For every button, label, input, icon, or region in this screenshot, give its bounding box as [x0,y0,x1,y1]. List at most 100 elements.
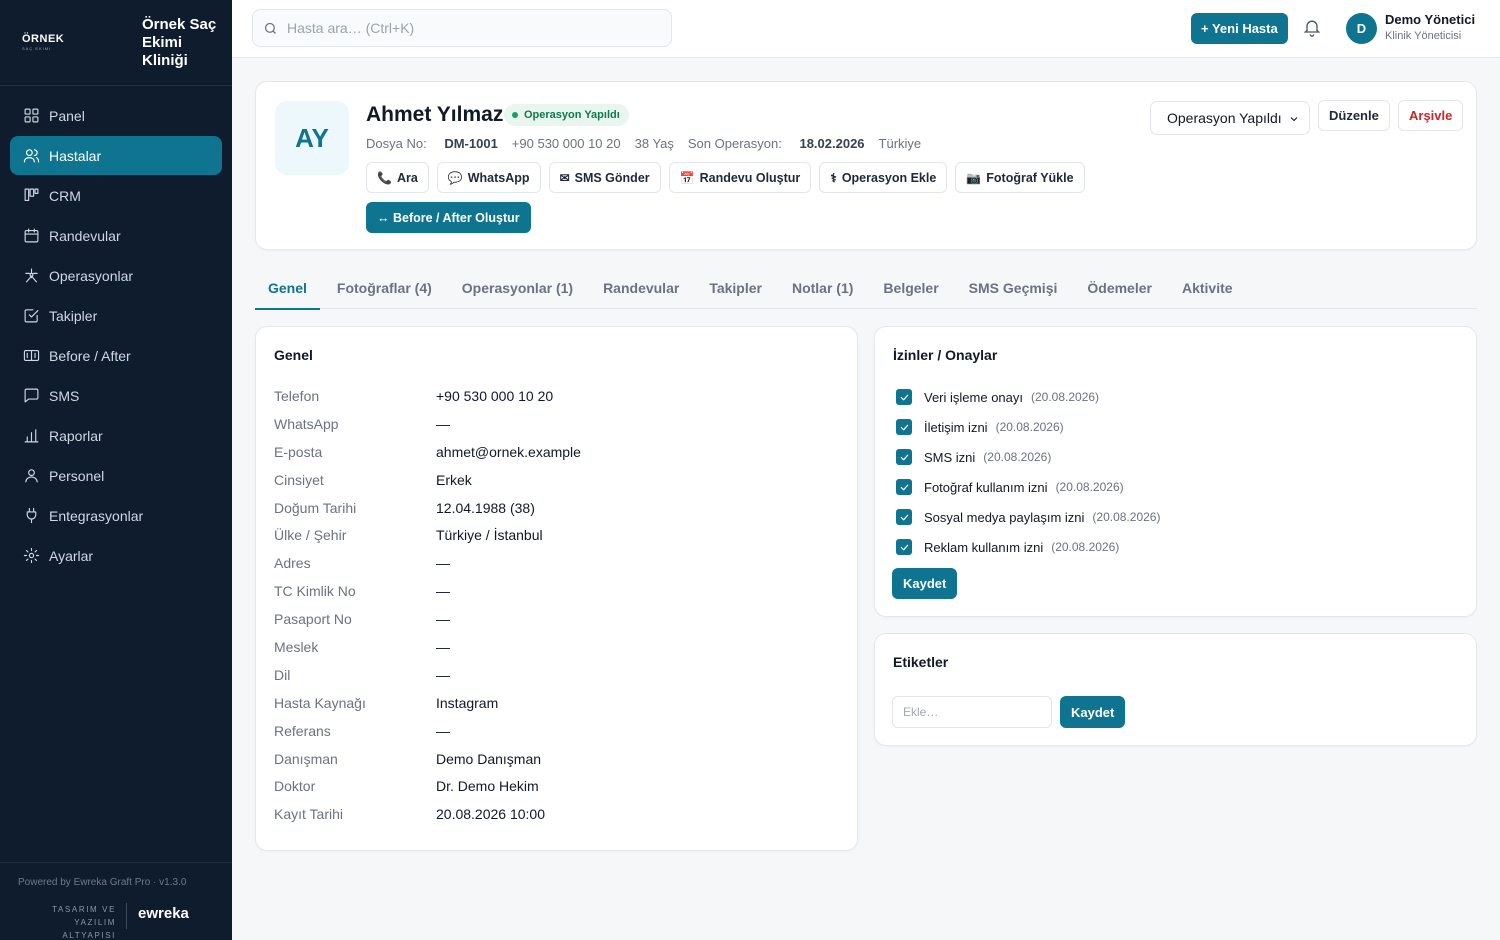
avatar[interactable]: D [1346,13,1377,44]
card-title: Genel [274,347,313,363]
tab-aktivite[interactable]: Aktivite [1169,266,1246,309]
create-appointment-button[interactable]: 📅 Randevu Oluştur [668,162,812,193]
info-key: Kayıt Tarihi [274,806,343,823]
checkmark-icon [900,484,908,490]
file-number-label: Dosya No: [366,136,427,151]
info-row: Adres — [274,549,834,577]
info-key: Meslek [274,638,319,655]
design-credit-line: YAZILIM ALTYAPISI [62,918,116,940]
sidebar-item-raporlar[interactable]: Raporlar [10,416,222,455]
consent-checkbox[interactable] [896,389,912,405]
sidebar-item-randevular[interactable]: Randevular [10,216,222,255]
consent-checkbox[interactable] [896,479,912,495]
info-row: Meslek — [274,633,834,661]
file-number: Dosya No: DM-1001 [366,136,498,151]
compare-icon [22,347,40,365]
clinic-logo[interactable]: ÖRNEK SAÇ EKİMİ [22,33,64,51]
consent-label: Reklam kullanım izni [924,539,1044,555]
edit-button[interactable]: Düzenle [1318,100,1390,131]
consent-item: Fotoğraf kullanım izni (20.08.2026) [896,472,1160,502]
sidebar-item-label: CRM [49,187,81,204]
sidebar-item-crm[interactable]: CRM [10,176,222,215]
info-row: Ülke / Şehir Türkiye / İstanbul [274,521,834,549]
whatsapp-button[interactable]: 💬 WhatsApp [436,162,541,193]
tag-input[interactable] [892,696,1052,728]
create-before-after-button[interactable]: ↔ Before / After Oluştur [366,202,531,233]
sidebar-item-sms[interactable]: SMS [10,376,222,415]
message-icon [22,387,40,405]
ewreka-logo[interactable]: ewreka [138,905,189,922]
sidebar-item-label: Entegrasyonlar [49,507,144,524]
tab-odemeler[interactable]: Ödemeler [1074,266,1165,309]
sidebar-item-panel[interactable]: Panel [10,96,222,135]
last-operation: Son Operasyon: 18.02.2026 [688,136,865,151]
search-input[interactable] [287,20,647,36]
phone-icon: 📞 [377,170,392,185]
info-key: Adres [274,555,311,572]
logo-text: ÖRNEK [22,33,65,45]
tab-sms-gecmisi[interactable]: SMS Geçmişi [956,266,1071,309]
bar-chart-icon [22,427,40,445]
send-sms-button[interactable]: ✉ SMS Gönder [548,162,661,193]
sidebar-item-entegrasyonlar[interactable]: Entegrasyonlar [10,496,222,535]
tab-genel[interactable]: Genel [255,266,320,310]
notifications-button[interactable] [1302,17,1324,39]
info-key: Ülke / Şehir [274,527,347,544]
save-consents-button[interactable]: Kaydet [892,568,958,599]
sidebar-item-before-after[interactable]: Before / After [10,336,222,375]
tab-notlar[interactable]: Notlar (1) [779,266,866,309]
camera-icon: 📷 [966,170,982,185]
sidebar-item-label: SMS [49,387,80,404]
sidebar-item-personel[interactable]: Personel [10,456,222,495]
sidebar-item-hastalar[interactable]: Hastalar [10,136,222,175]
tab-operasyonlar[interactable]: Operasyonlar (1) [449,266,586,309]
design-credit: TASARIM VE YAZILIM ALTYAPISI [18,903,116,940]
patient-header-card: AY Ahmet Yılmaz Operasyon Yapıldı Dosya … [255,81,1477,250]
sidebar-item-ayarlar[interactable]: Ayarlar [10,536,222,575]
tab-takipler[interactable]: Takipler [696,266,775,309]
add-operation-button[interactable]: ⚕ Operasyon Ekle [819,162,948,193]
consent-item: İletişim izni (20.08.2026) [896,412,1160,442]
sidebar-item-label: Operasyonlar [49,267,134,284]
patient-tabs: Genel Fotoğraflar (4) Operasyonlar (1) R… [255,266,1477,310]
upload-photo-button[interactable]: 📷 Fotoğraf Yükle [955,162,1085,193]
general-info-list: Telefon +90 530 000 10 20 WhatsApp — E-pos… [274,382,834,828]
info-row: Cinsiyet Erkek [274,466,834,494]
consents-card: İzinler / Onaylar Veri işleme onayı (20.0… [874,326,1477,617]
info-key: WhatsApp [274,415,339,432]
sidebar-footer: Powered by Ewreka Graft Pro · v1.3.0 TAS… [0,862,232,940]
checkmark-icon [900,394,908,400]
new-patient-button[interactable]: + Yeni Hasta [1191,13,1288,44]
consent-date: (20.08.2026) [1051,540,1120,554]
archive-button[interactable]: Arşivle [1398,100,1464,131]
consent-checkbox[interactable] [896,419,912,435]
whatsapp-button-label: WhatsApp [467,170,530,185]
consent-checkbox[interactable] [896,509,912,525]
tab-fotograflar[interactable]: Fotoğraflar (4) [324,266,445,309]
search-box[interactable] [252,9,672,47]
sidebar-item-label: Raporlar [49,427,103,444]
consent-checkbox[interactable] [896,449,912,465]
checkmark-icon [900,544,908,550]
sidebar-item-operasyonlar[interactable]: Operasyonlar [10,256,222,295]
save-tags-button[interactable]: Kaydet [1060,696,1126,728]
consent-checkbox[interactable] [896,539,912,555]
consent-item: Veri işleme onayı (20.08.2026) [896,382,1160,412]
tab-belgeler[interactable]: Belgeler [870,266,951,309]
status-select[interactable]: Operasyon Yapıldı [1150,101,1310,135]
info-key: Dil [274,666,291,683]
checkmark-icon [900,454,908,460]
card-title: İzinler / Onaylar [893,347,998,363]
info-row: Referans — [274,717,834,745]
sidebar: ÖRNEK SAÇ EKİMİ Örnek Saç Ekimi Kliniği … [0,0,232,940]
user-name[interactable]: Demo Yönetici [1385,12,1475,27]
consent-list: Veri işleme onayı (20.08.2026) İletişim i… [896,382,1160,562]
call-button[interactable]: 📞 Ara [366,162,429,193]
sidebar-item-takipler[interactable]: Takipler [10,296,222,335]
tab-randevular[interactable]: Randevular [590,266,692,309]
info-value: — [436,415,450,432]
checkmark-icon [900,424,908,430]
calendar-icon [22,227,40,245]
card-title: Etiketler [893,654,949,670]
consent-date: (20.08.2026) [983,450,1052,464]
